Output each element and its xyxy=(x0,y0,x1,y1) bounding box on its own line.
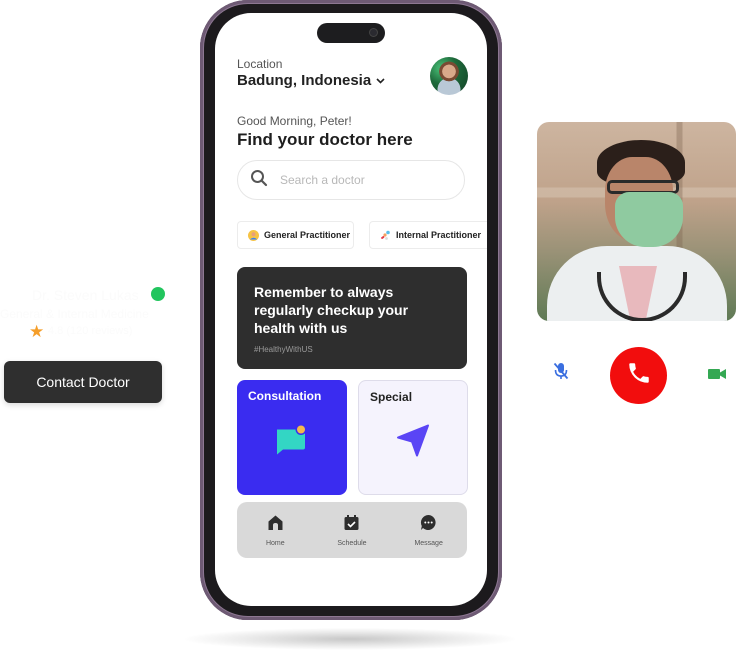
card-title: Special xyxy=(370,390,413,404)
nav-message[interactable]: Message xyxy=(394,514,464,547)
category-label: General Practitioner xyxy=(264,230,351,240)
location-value: Badung, Indonesia xyxy=(237,72,372,89)
phone-shadow xyxy=(185,628,515,650)
video-camera-icon xyxy=(708,367,726,385)
doctor-name: Dr. Steven Lukas xyxy=(32,287,139,303)
contact-doctor-button[interactable]: Contact Doctor xyxy=(4,361,162,403)
calendar-check-icon xyxy=(343,514,360,536)
category-general-practitioner[interactable]: General Practitioner xyxy=(237,221,354,249)
phone-frame: Location Badung, Indonesia Good Morning,… xyxy=(200,0,502,620)
nav-schedule[interactable]: Schedule xyxy=(317,514,387,547)
location-selector[interactable]: Badung, Indonesia xyxy=(237,72,385,89)
dynamic-island xyxy=(317,23,385,43)
category-label: Internal Practitioner xyxy=(396,230,482,240)
user-avatar[interactable] xyxy=(430,57,468,95)
bottom-navigation: Home Schedule Message xyxy=(237,502,467,558)
chevron-down-icon xyxy=(376,76,385,87)
category-internal-practitioner[interactable]: Internal Practitioner xyxy=(369,221,487,249)
end-call-button[interactable] xyxy=(610,347,667,404)
greeting-text: Good Morning, Peter! xyxy=(237,114,352,128)
chat-dots-icon xyxy=(420,514,437,536)
search-icon xyxy=(250,169,268,192)
star-icon: ★ xyxy=(29,322,45,341)
online-status-indicator xyxy=(151,287,165,301)
nav-label: Home xyxy=(265,539,285,547)
nav-label: Schedule xyxy=(337,539,367,547)
chat-bubble-icon xyxy=(275,424,309,461)
special-card[interactable]: Special xyxy=(358,380,468,495)
doctor-video-feed xyxy=(537,122,736,321)
mic-off-icon xyxy=(553,362,569,385)
search-bar[interactable] xyxy=(237,160,465,200)
camera-icon xyxy=(370,29,377,36)
banner-title: Remember to always regularly checkup you… xyxy=(254,284,409,336)
home-icon xyxy=(267,514,284,536)
navigation-arrow-icon xyxy=(396,424,430,463)
health-reminder-banner[interactable]: Remember to always regularly checkup you… xyxy=(237,267,467,369)
card-title: Consultation xyxy=(248,389,322,403)
camera-toggle-button[interactable] xyxy=(699,358,735,394)
phone-icon xyxy=(626,360,652,391)
doctor-rating: 4.8 (120 reviews) xyxy=(48,325,133,337)
phone-screen: Location Badung, Indonesia Good Morning,… xyxy=(215,13,487,606)
location-label: Location xyxy=(237,57,283,71)
search-input[interactable] xyxy=(278,172,452,188)
doctor-specialty: General & Internal Medicine xyxy=(0,307,149,321)
mute-button[interactable] xyxy=(543,355,579,391)
pills-icon xyxy=(380,230,391,241)
consultation-card[interactable]: Consultation xyxy=(237,380,347,495)
doctor-avatar-icon xyxy=(248,229,259,241)
nav-label: Message xyxy=(414,539,443,547)
nav-home[interactable]: Home xyxy=(240,514,310,547)
banner-hashtag: #HealthyWithUS xyxy=(254,345,313,354)
page-title: Find your doctor here xyxy=(237,130,413,149)
